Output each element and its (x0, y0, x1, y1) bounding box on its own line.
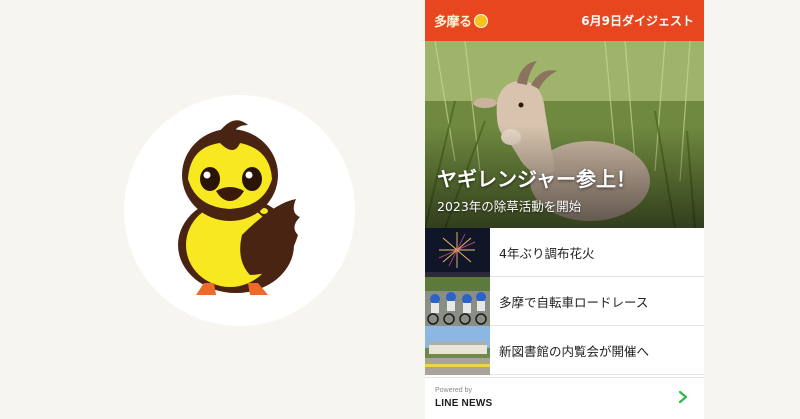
logo-text: 多摩る (434, 15, 472, 30)
news-label: 4年ぶり調布花火 (499, 245, 595, 261)
powered-by-label: Powered by (435, 387, 472, 394)
news-label: 新図書館の内覧会が開催へ (499, 343, 650, 359)
logo-badge-icon (473, 13, 488, 28)
line-news-footer[interactable]: Powered by LINE NEWS (425, 377, 704, 419)
cycling-race-thumbnail (425, 276, 490, 326)
news-item-fireworks[interactable]: 4年ぶり調布花火 (425, 227, 704, 277)
fireworks-thumbnail (425, 227, 490, 277)
duck-mascot-icon (178, 120, 300, 295)
library-building-thumbnail (425, 325, 490, 375)
hero-subtitle: 2023年の除草活動を開始 (437, 199, 582, 214)
digest-panel: 多摩る 6月9日ダイジェスト ヤギレンジャー参上！ 2023年の除草活動を開始 … (425, 0, 704, 419)
chevron-right-icon[interactable] (676, 390, 690, 404)
tamaru-logo[interactable]: 多摩る (434, 11, 488, 30)
news-item-library[interactable]: 新図書館の内覧会が開催へ (425, 325, 704, 375)
hero-headline: ヤギレンジャー参上！ (437, 167, 636, 191)
news-label: 多摩で自転車ロードレース (499, 294, 649, 310)
hero-article[interactable]: ヤギレンジャー参上！ 2023年の除草活動を開始 (425, 41, 704, 228)
line-news-brand: LINE NEWS (435, 398, 493, 409)
digest-header: 多摩る 6月9日ダイジェスト (425, 0, 704, 41)
digest-date-title: 6月9日ダイジェスト (581, 14, 694, 28)
mascot-circle (124, 95, 355, 326)
news-item-cycling[interactable]: 多摩で自転車ロードレース (425, 276, 704, 326)
